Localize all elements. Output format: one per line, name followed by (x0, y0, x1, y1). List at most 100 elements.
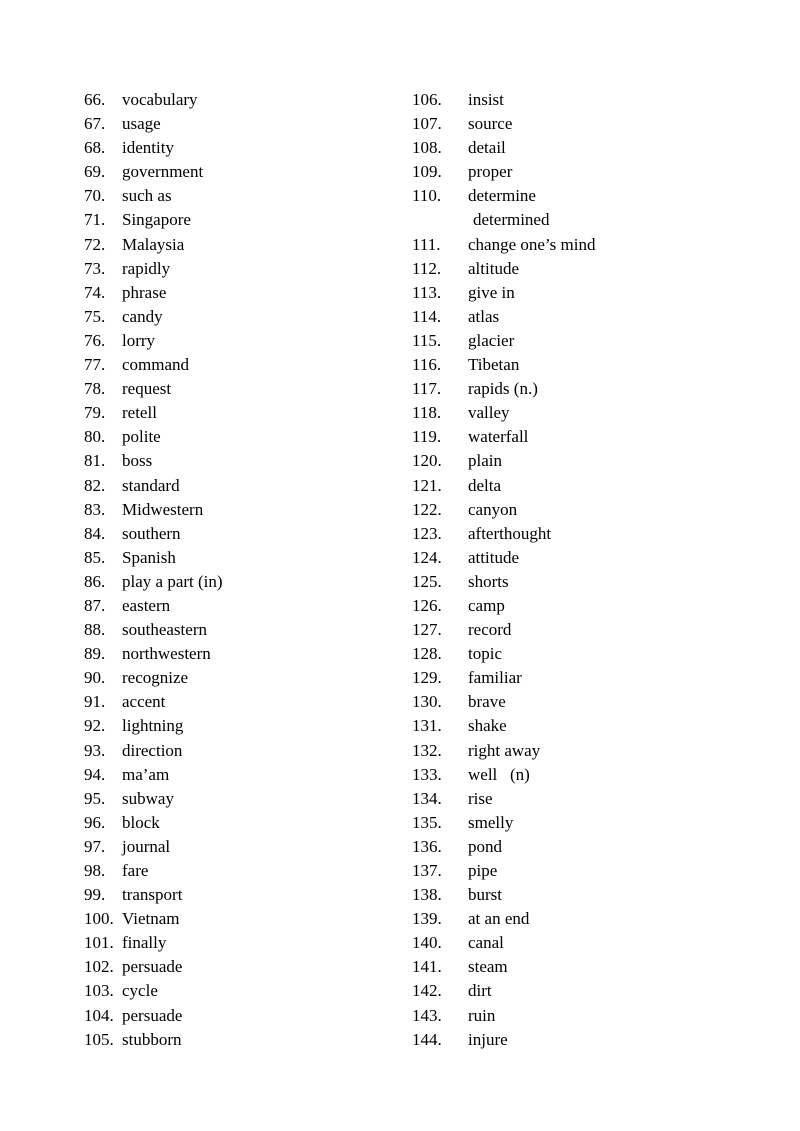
entry-number: 142. (412, 981, 442, 1001)
entry-number: 116. (412, 355, 442, 375)
vocabulary-entry: 77. command (84, 353, 384, 377)
vocabulary-entry: 128. topic (412, 642, 742, 666)
entry-number: 128. (412, 644, 442, 664)
entry-number: 71. (84, 210, 106, 230)
entry-word: camp (468, 595, 505, 615)
vocabulary-entry: 122. canyon (412, 498, 742, 522)
entry-number: 114. (412, 306, 442, 326)
vocabulary-entry: 133. well (n) (412, 763, 742, 787)
entry-number: 127. (412, 620, 442, 640)
vocabulary-entry: 118. valley (412, 401, 742, 425)
entry-number: 122. (412, 499, 442, 519)
entry-word: persuade (122, 1005, 183, 1025)
entry-word: journal (122, 836, 171, 856)
vocabulary-entry: 79. retell (84, 401, 384, 425)
entry-word: ruin (468, 1005, 496, 1025)
entry-word: record (468, 620, 512, 640)
entry-number: 108. (412, 138, 442, 158)
entry-number: 121. (412, 475, 442, 495)
entry-number: 103. (84, 981, 114, 1001)
vocabulary-entry: 71. Singapore (84, 208, 384, 232)
vocabulary-entry: 105. stubborn (84, 1028, 384, 1052)
entry-word: eastern (122, 595, 171, 615)
entry-word: command (122, 355, 190, 375)
entry-number: 83. (84, 499, 106, 519)
entry-number: 118. (412, 403, 442, 423)
vocabulary-entry: 112. altitude (412, 257, 742, 281)
entry-number: 141. (412, 957, 442, 977)
vocabulary-entry: 102. persuade (84, 955, 384, 979)
entry-word: fare (122, 861, 149, 880)
vocabulary-entry: 121. delta (412, 474, 742, 498)
entry-word: direction (122, 740, 183, 760)
vocabulary-entry: 75. candy (84, 305, 384, 329)
vocabulary-entry: 108. detail (412, 136, 742, 160)
entry-word: finally (122, 933, 167, 953)
entry-number: 134. (412, 788, 442, 808)
entry-word: atlas (468, 306, 500, 326)
entry-word: request (122, 379, 172, 399)
entry-word: retell (122, 403, 157, 423)
vocabulary-entry: 142. dirt (412, 979, 742, 1003)
document-page: 66. vocabulary 67. usage 68. identity 69. gover… (0, 0, 800, 1131)
vocabulary-entry: 89. northwestern (84, 642, 384, 666)
entry-number: 117. (412, 379, 442, 399)
vocabulary-entry: 141. steam (412, 955, 742, 979)
entry-number: 139. (412, 909, 442, 929)
entry-number: 136. (412, 836, 442, 856)
entry-number: 102. (84, 957, 114, 977)
vocabulary-entry: 88. southeastern (84, 618, 384, 642)
entry-word: lorry (122, 330, 156, 350)
entry-number: 126. (412, 595, 442, 615)
vocabulary-entry: 140. canal (412, 931, 742, 955)
vocabulary-entry: 81. boss (84, 449, 384, 473)
vocabulary-entry: 111. change one’s mind (412, 233, 742, 257)
vocabulary-entry: 119. waterfall (412, 425, 742, 449)
entry-word: topic (468, 644, 502, 664)
entry-word: subway (122, 788, 174, 808)
entry-word: give in (468, 282, 515, 302)
entry-word: altitude (468, 258, 519, 278)
entry-word: southeastern (122, 620, 207, 640)
entry-number: 68. (84, 138, 106, 158)
vocabulary-entry: 87. eastern (84, 594, 384, 618)
entry-number: 93. (84, 740, 106, 760)
entry-number: 123. (412, 523, 442, 543)
entry-number: 124. (412, 547, 442, 567)
vocabulary-entry: 131. shake (412, 714, 742, 738)
entry-word: source (468, 114, 513, 134)
entry-number: 92. (84, 716, 106, 736)
entry-number: 135. (412, 812, 442, 832)
entry-word: southern (122, 523, 181, 543)
entry-word: burst (468, 885, 502, 905)
entry-number: 101. (84, 933, 114, 953)
entry-number: 132. (412, 740, 442, 760)
vocabulary-entry: 134. rise (412, 787, 742, 811)
entry-number: 73. (84, 258, 106, 278)
entry-word: Malaysia (122, 234, 185, 254)
entry-word: waterfall (468, 427, 529, 447)
entry-word: play a part (in) (122, 571, 223, 591)
entry-word: polite (122, 427, 161, 447)
entry-number: 144. (412, 1029, 442, 1049)
vocabulary-entry: 78. request (84, 377, 384, 401)
vocabulary-entry: 125. shorts (412, 570, 742, 594)
vocabulary-entry: 96. block (84, 811, 384, 835)
entry-number: 100. (84, 909, 114, 929)
entry-word: identity (122, 138, 174, 158)
entry-number: 88. (84, 620, 106, 640)
entry-word: detail (468, 138, 506, 158)
entry-word: Spanish (122, 547, 176, 567)
vocabulary-entry: 139. at an end (412, 907, 742, 931)
entry-word: vocabulary (122, 90, 198, 109)
vocabulary-entry: 107. source (412, 112, 742, 136)
entry-number: 91. (84, 692, 106, 712)
entry-number: 97. (84, 836, 106, 856)
entry-word: injure (468, 1029, 508, 1049)
vocabulary-entry: 66. vocabulary (84, 88, 384, 112)
entry-number: 112. (412, 258, 442, 278)
vocabulary-entry: 82. standard (84, 474, 384, 498)
entry-number: 80. (84, 427, 106, 447)
entry-word: boss (122, 451, 153, 471)
vocabulary-entry: determined (412, 208, 742, 232)
